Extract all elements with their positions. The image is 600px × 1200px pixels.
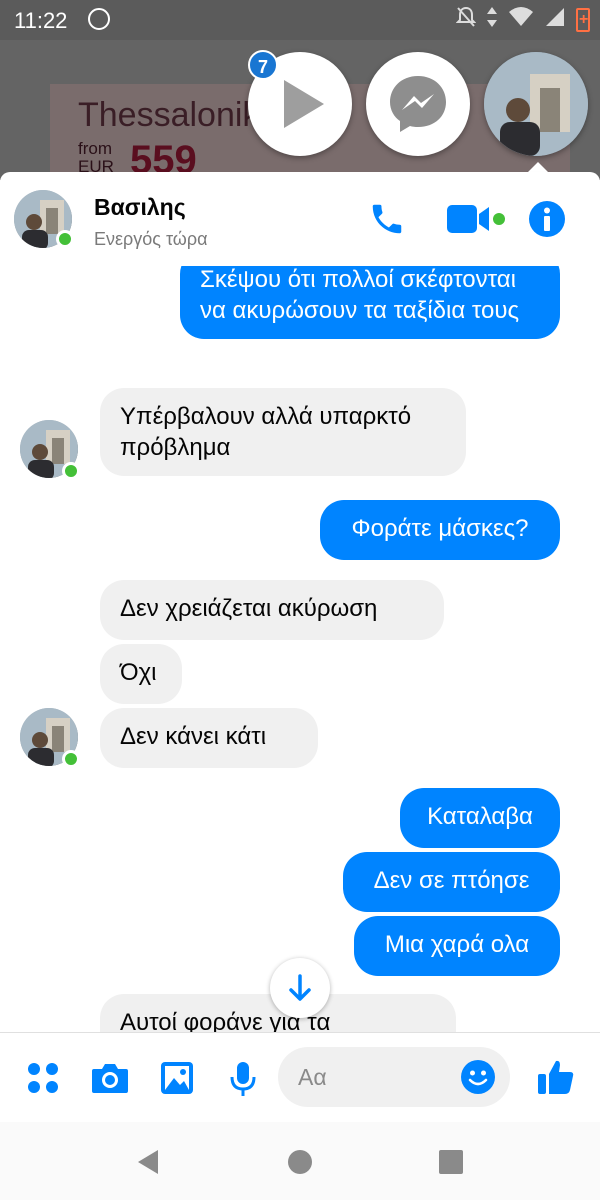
- signal-icon: [544, 6, 566, 34]
- status-icons: [455, 6, 590, 34]
- unread-count-badge: 7: [248, 50, 278, 80]
- info-icon[interactable]: [528, 200, 566, 243]
- message-composer: Αα: [0, 1032, 600, 1122]
- message-bubble-incoming[interactable]: Υπέρβαλουν αλλά υπαρκτό πρόβλημα: [100, 388, 466, 476]
- message-bubble-outgoing[interactable]: Δεν σε πτόησε: [343, 852, 560, 912]
- message-input[interactable]: Αα: [278, 1047, 510, 1107]
- online-indicator: [56, 230, 74, 248]
- wifi-icon: [508, 6, 534, 34]
- mute-icon: [455, 6, 477, 34]
- messenger-chat-head[interactable]: [366, 52, 470, 156]
- online-indicator: [62, 462, 80, 480]
- contact-name[interactable]: Βασιλης: [94, 194, 186, 221]
- message-list[interactable]: Σκέψου ότι πολλοί σκέφτονται να ακυρώσου…: [0, 266, 600, 1032]
- message-input-placeholder: Αα: [298, 1064, 327, 1090]
- message-bubble-outgoing[interactable]: Φοράτε μάσκες?: [320, 500, 560, 560]
- phone-icon[interactable]: [368, 200, 406, 243]
- battery-charging-icon: [576, 8, 590, 32]
- messenger-notification-icon: [88, 8, 110, 30]
- message-bubble-incoming[interactable]: Δεν κάνει κάτι: [100, 708, 318, 768]
- data-arrows-icon: [486, 6, 498, 34]
- recents-icon[interactable]: [438, 1148, 464, 1181]
- message-bubble-incoming[interactable]: Δεν χρειάζεται ακύρωση: [100, 580, 444, 640]
- home-icon[interactable]: [287, 1148, 313, 1181]
- contact-status: Ενεργός τώρα: [94, 229, 208, 249]
- gallery-icon[interactable]: [160, 1061, 194, 1100]
- more-actions-icon[interactable]: [26, 1061, 60, 1100]
- online-indicator: [62, 750, 80, 768]
- conversation-header: Βασιλης Ενεργός τώρα: [0, 172, 600, 266]
- contact-chat-head[interactable]: [484, 52, 588, 156]
- messenger-icon: [390, 76, 446, 132]
- arrow-down-icon: [289, 974, 311, 1001]
- status-bar: 11:22: [0, 0, 600, 40]
- background-ad-from: from EUR: [78, 139, 114, 176]
- thumbs-up-icon[interactable]: [536, 1057, 576, 1102]
- scroll-to-bottom-button[interactable]: [270, 958, 330, 1018]
- system-navigation-bar: [0, 1122, 600, 1200]
- camera-icon[interactable]: [90, 1061, 130, 1100]
- video-call-icon[interactable]: [446, 202, 508, 241]
- status-time: 11:22: [14, 8, 68, 33]
- emoji-icon[interactable]: [460, 1059, 496, 1100]
- message-bubble-outgoing[interactable]: Μια χαρά ολα: [354, 916, 560, 976]
- microphone-icon[interactable]: [230, 1061, 256, 1102]
- message-bubble-outgoing[interactable]: Σκέψου ότι πολλοί σκέφτονται να ακυρώσου…: [180, 266, 560, 339]
- back-icon[interactable]: [134, 1148, 162, 1181]
- contact-photo: [484, 52, 588, 156]
- message-bubble-outgoing[interactable]: Καταλαβα: [400, 788, 560, 848]
- message-bubble-incoming[interactable]: Όχι: [100, 644, 182, 704]
